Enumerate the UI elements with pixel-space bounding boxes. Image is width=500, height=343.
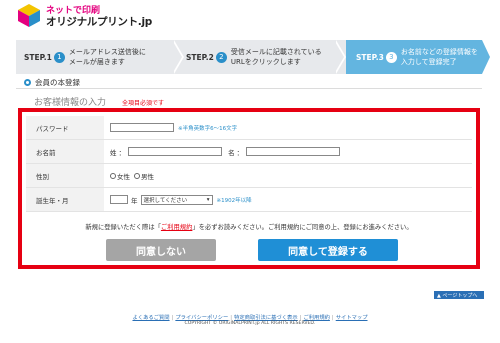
female-label: 女性 bbox=[117, 172, 130, 181]
gender-label: 性別 bbox=[26, 164, 104, 187]
male-radio[interactable] bbox=[134, 172, 140, 179]
password-input[interactable] bbox=[110, 123, 174, 132]
birth-month-value: 選択してください bbox=[143, 197, 188, 204]
step-1-number: 1 bbox=[53, 51, 65, 63]
section-title-text: 会員の本登録 bbox=[35, 78, 80, 87]
first-name-prefix: 名 ： bbox=[228, 148, 244, 157]
female-radio[interactable] bbox=[110, 172, 116, 179]
section-title: 会員の本登録 bbox=[24, 77, 80, 88]
logo-cube-icon bbox=[18, 4, 40, 27]
step-2-text: 受信メールに記載されている URLをクリックします bbox=[230, 48, 322, 66]
circle-bullet-icon bbox=[24, 79, 31, 86]
last-name-input[interactable] bbox=[128, 147, 223, 156]
birth-year-input[interactable] bbox=[110, 195, 128, 204]
step-2-label: STEP.2 bbox=[186, 52, 214, 62]
step-1-label: STEP.1 bbox=[24, 52, 52, 62]
name-row: お名前 姓 ： 名 ： bbox=[26, 140, 472, 164]
site-logo[interactable]: ネットで印刷 オリジナルプリント.jp bbox=[16, 2, 176, 30]
gender-value: 女性 男性 bbox=[110, 164, 154, 187]
step-arrow bbox=[172, 40, 182, 74]
year-suffix: 年 bbox=[131, 196, 138, 205]
step-3-label: STEP.3 bbox=[356, 52, 384, 62]
birth-hint: ※1902年以降 bbox=[216, 197, 252, 204]
disagree-button[interactable]: 同意しない bbox=[106, 239, 216, 261]
step-arrow bbox=[334, 40, 344, 74]
step-1: STEP.1 1 メールアドレス送信後に メールが届きます bbox=[24, 40, 174, 74]
logo-name: オリジナルプリント.jp bbox=[46, 16, 153, 28]
password-label: パスワード bbox=[26, 116, 104, 139]
terms-prefix: 新規に登録いただく際は「 bbox=[85, 224, 161, 231]
male-label: 男性 bbox=[141, 172, 154, 181]
terms-notice: 新規に登録いただく際は「ご利用規約」を必ずお読みください。ご利用規約にご同意の上… bbox=[22, 222, 476, 231]
terms-suffix: 」を必ずお読みください。ご利用規約にご同意の上、登録にお進みください。 bbox=[192, 224, 413, 231]
page: ネットで印刷 オリジナルプリント.jp STEP.1 1 メールアドレス送信後に… bbox=[0, 0, 500, 343]
registration-steps: STEP.1 1 メールアドレス送信後に メールが届きます STEP.2 2 受… bbox=[16, 40, 490, 74]
footer-links: よくあるご質問 | プライバシーポリシー | 特定商取引法に基づく表示 | ご利用規約 | サイ… bbox=[0, 313, 500, 321]
last-name-prefix: 姓 ： bbox=[110, 148, 126, 157]
name-label: お名前 bbox=[26, 140, 104, 163]
password-row: パスワード ※半角英数字6～16文字 bbox=[26, 116, 472, 140]
name-value: 姓 ： 名 ： bbox=[110, 140, 341, 163]
chevron-down-icon: ▾ bbox=[206, 196, 210, 203]
birth-label: 誕生年・月 bbox=[26, 188, 104, 211]
step-3-number: 3 bbox=[385, 51, 397, 63]
divider bbox=[16, 88, 482, 89]
step-2-number: 2 bbox=[215, 51, 227, 63]
password-value: ※半角英数字6～16文字 bbox=[110, 116, 237, 139]
gender-row: 性別 女性 男性 bbox=[26, 164, 472, 188]
agree-register-button[interactable]: 同意して登録する bbox=[258, 239, 398, 261]
registration-form: パスワード ※半角英数字6～16文字 お名前 姓 ： 名 ： 性別 女性 男性 bbox=[18, 108, 480, 269]
step-1-text: メールアドレス送信後に メールが届きます bbox=[68, 48, 146, 66]
terms-link[interactable]: ご利用規約 bbox=[161, 224, 192, 231]
step-3-text: お名前などの登録情報を 入力して登録完了 bbox=[400, 48, 478, 66]
copyright: COPYRIGHT © ORIGINALPRINT.jp ALL RIGHTS … bbox=[184, 321, 316, 326]
birth-month-select[interactable]: 選択してください ▾ bbox=[140, 194, 213, 205]
form-heading: お客様情報の入力 bbox=[34, 98, 107, 108]
step-arrow bbox=[482, 40, 490, 74]
step-2: STEP.2 2 受信メールに記載されている URLをクリックします bbox=[186, 40, 336, 74]
page-top-button[interactable]: ▲ ページトップへ bbox=[434, 291, 484, 299]
required-note: 全項目必須です bbox=[122, 100, 165, 107]
first-name-input[interactable] bbox=[246, 147, 341, 156]
birth-value: 年 選択してください ▾ ※1902年以降 bbox=[110, 188, 252, 211]
birth-row: 誕生年・月 年 選択してください ▾ ※1902年以降 bbox=[26, 188, 472, 212]
step-3-active: STEP.3 3 お名前などの登録情報を 入力して登録完了 bbox=[346, 40, 482, 74]
password-hint: ※半角英数字6～16文字 bbox=[178, 125, 238, 132]
